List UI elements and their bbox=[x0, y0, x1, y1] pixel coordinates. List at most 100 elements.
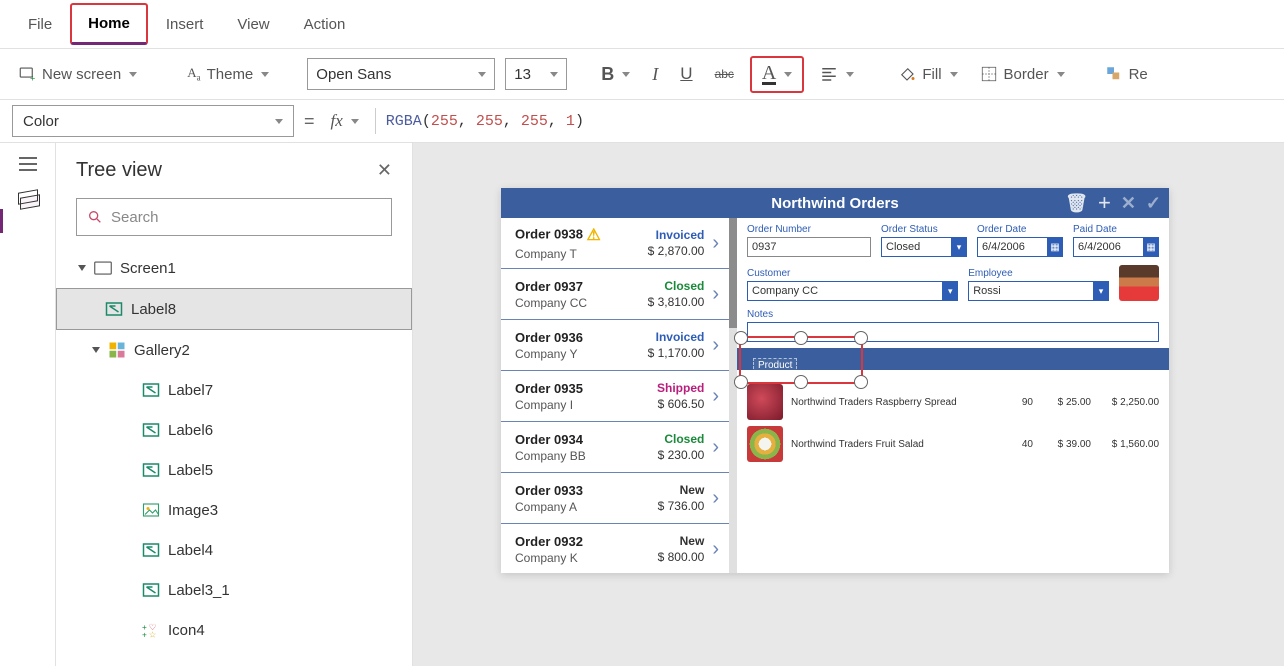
underline-button[interactable]: U bbox=[674, 60, 698, 88]
order-item[interactable]: Order 0933Company ANew$ 736.00› bbox=[501, 473, 729, 524]
order-item[interactable]: Order 0937Company CCClosed$ 3,810.00› bbox=[501, 269, 729, 320]
label-icon bbox=[142, 581, 160, 599]
tree-node-screen1[interactable]: Screen1 bbox=[56, 248, 412, 288]
label-notes: Notes bbox=[747, 309, 1159, 320]
chevron-down-icon bbox=[550, 72, 558, 77]
select-employee[interactable]: Rossi▾ bbox=[968, 281, 1109, 301]
check-icon[interactable]: ✓ bbox=[1146, 193, 1161, 214]
chevron-right-icon: › bbox=[712, 232, 719, 255]
cancel-icon[interactable]: ✕ bbox=[1121, 193, 1136, 214]
formula-input[interactable]: RGBA(255, 255, 255, 1) bbox=[386, 113, 584, 130]
menu-action[interactable]: Action bbox=[288, 6, 362, 43]
border-label: Border bbox=[1004, 66, 1049, 83]
trash-icon[interactable]: 🗑 bbox=[1065, 193, 1088, 214]
svg-text:+: + bbox=[30, 74, 35, 84]
icon-icon: +♡+☆ bbox=[142, 621, 160, 639]
screen-icon bbox=[94, 261, 112, 275]
canvas[interactable]: Northwind Orders 🗑 + ✕ ✓ Order 0938 ⚠Com… bbox=[413, 143, 1284, 666]
menu-home[interactable]: Home bbox=[70, 3, 148, 45]
font-select[interactable]: Open Sans bbox=[307, 58, 495, 90]
tree-node-icon4[interactable]: +♡+☆ Icon4 bbox=[56, 610, 412, 650]
selected-label-product[interactable]: Product bbox=[753, 358, 797, 373]
tree-node-label7[interactable]: Label7 bbox=[56, 370, 412, 410]
border-button[interactable]: Border bbox=[974, 61, 1071, 87]
font-color-icon: A bbox=[762, 64, 776, 85]
tree-node-label4[interactable]: Label4 bbox=[56, 530, 412, 570]
order-gallery[interactable]: Order 0938 ⚠Company TInvoiced$ 2,870.00›… bbox=[501, 218, 729, 573]
tree-search-input[interactable]: Search bbox=[76, 198, 392, 236]
reorder-icon bbox=[1105, 65, 1123, 83]
tree-node-gallery2[interactable]: Gallery2 bbox=[56, 330, 412, 370]
expand-icon bbox=[78, 265, 86, 271]
image-icon bbox=[142, 501, 160, 519]
font-color-button[interactable]: A bbox=[750, 56, 804, 93]
align-button[interactable] bbox=[814, 61, 860, 87]
product-thumbnail bbox=[747, 384, 783, 420]
order-item[interactable]: Order 0938 ⚠Company TInvoiced$ 2,870.00› bbox=[501, 218, 729, 269]
gallery-scrollbar[interactable] bbox=[729, 218, 737, 573]
svg-text:+: + bbox=[142, 631, 147, 640]
order-item[interactable]: Order 0935Company IShipped$ 606.50› bbox=[501, 371, 729, 422]
product-header-bar bbox=[737, 348, 1169, 370]
property-select[interactable]: Color bbox=[12, 105, 294, 137]
bold-button[interactable]: B bbox=[595, 60, 636, 89]
hamburger-icon[interactable] bbox=[19, 157, 37, 171]
paint-bucket-icon bbox=[898, 65, 916, 83]
fill-label: Fill bbox=[922, 66, 941, 83]
new-screen-button[interactable]: + New screen bbox=[12, 61, 143, 87]
tree-view-rail-button[interactable] bbox=[18, 191, 38, 207]
font-size-select[interactable]: 13 bbox=[505, 58, 567, 90]
tree-node-label5[interactable]: Label5 bbox=[56, 450, 412, 490]
label-icon bbox=[142, 461, 160, 479]
align-icon bbox=[820, 65, 838, 83]
chevron-right-icon: › bbox=[712, 334, 719, 357]
chevron-right-icon: › bbox=[712, 436, 719, 459]
chevron-right-icon: › bbox=[712, 283, 719, 306]
label-icon bbox=[142, 381, 160, 399]
search-icon bbox=[87, 209, 103, 225]
strikethrough-button[interactable]: abc bbox=[709, 63, 740, 85]
line-item[interactable]: Northwind Traders Raspberry Spread90$ 25… bbox=[747, 384, 1159, 420]
input-order-number[interactable]: 0937 bbox=[747, 237, 871, 257]
menu-view[interactable]: View bbox=[221, 6, 285, 43]
tree-node-label3-1[interactable]: Label3_1 bbox=[56, 570, 412, 610]
menu-file[interactable]: File bbox=[12, 6, 68, 43]
order-item[interactable]: Order 0936Company YInvoiced$ 1,170.00› bbox=[501, 320, 729, 371]
menu-bar: File Home Insert View Action bbox=[0, 0, 1284, 49]
layers-icon bbox=[18, 191, 38, 207]
warning-icon: ⚠ bbox=[587, 227, 601, 244]
select-customer[interactable]: Company CC▾ bbox=[747, 281, 958, 301]
font-size-value: 13 bbox=[514, 66, 531, 83]
menu-insert[interactable]: Insert bbox=[150, 6, 220, 43]
left-rail bbox=[0, 143, 56, 666]
theme-button[interactable]: Aa Theme bbox=[181, 61, 275, 87]
label-employee: Employee bbox=[968, 268, 1109, 279]
chevron-down-icon bbox=[1057, 72, 1065, 77]
select-order-status[interactable]: Closed▾ bbox=[881, 237, 967, 257]
label-paid-date: Paid Date bbox=[1073, 224, 1159, 235]
workspace: Tree view ✕ Search Screen1 Label8 Galler… bbox=[0, 143, 1284, 666]
reorder-button[interactable]: Re bbox=[1099, 61, 1154, 87]
order-item[interactable]: Order 0932Company KNew$ 800.00› bbox=[501, 524, 729, 573]
line-item[interactable]: Northwind Traders Fruit Salad40$ 39.00$ … bbox=[747, 426, 1159, 462]
fill-button[interactable]: Fill bbox=[892, 61, 963, 87]
gallery-icon bbox=[108, 341, 126, 359]
fx-button[interactable]: fx bbox=[325, 107, 365, 135]
label-icon bbox=[142, 421, 160, 439]
close-icon[interactable]: ✕ bbox=[377, 160, 392, 181]
tree-panel: Tree view ✕ Search Screen1 Label8 Galler… bbox=[56, 143, 413, 666]
order-item[interactable]: Order 0934Company BBClosed$ 230.00› bbox=[501, 422, 729, 473]
italic-button[interactable]: I bbox=[646, 60, 664, 89]
input-order-date[interactable]: 6/4/2006▦ bbox=[977, 237, 1063, 257]
input-paid-date[interactable]: 6/4/2006▦ bbox=[1073, 237, 1159, 257]
tree-node-label6[interactable]: Label6 bbox=[56, 410, 412, 450]
tree-node-label8[interactable]: Label8 bbox=[56, 288, 412, 330]
input-notes[interactable] bbox=[747, 322, 1159, 342]
chevron-down-icon bbox=[261, 72, 269, 77]
strikethrough-icon: abc bbox=[715, 67, 734, 81]
tree-node-image3[interactable]: Image3 bbox=[56, 490, 412, 530]
plus-icon[interactable]: + bbox=[1098, 190, 1111, 216]
label-order-date: Order Date bbox=[977, 224, 1063, 235]
italic-icon: I bbox=[652, 64, 658, 85]
bold-icon: B bbox=[601, 64, 614, 85]
